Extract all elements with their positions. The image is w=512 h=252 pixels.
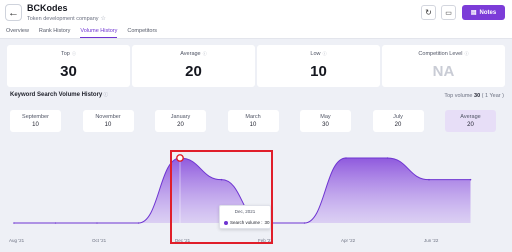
x-tick-label: Aug '21 xyxy=(9,238,25,243)
month-name: November xyxy=(95,114,121,120)
x-tick-label: Oct '21 xyxy=(92,238,107,243)
back-button[interactable]: ← xyxy=(5,4,22,21)
info-icon[interactable]: ⓘ xyxy=(202,51,207,56)
month-value: 10 xyxy=(104,122,112,128)
notes-button[interactable]: ▤ Notes xyxy=(462,5,505,20)
month-card-average: Average 20 xyxy=(445,110,496,132)
month-name: May xyxy=(320,114,331,120)
month-card: January 20 xyxy=(155,110,206,132)
top-volume-value: 30 xyxy=(474,93,481,99)
star-icon[interactable]: ☆ xyxy=(101,15,106,22)
stats-row: Top ⓘ 30 Average ⓘ 20 Low ⓘ 10 Competiti… xyxy=(7,45,505,87)
stat-label: Top xyxy=(61,51,70,57)
app-header: ← BCKodes Token development company ☆ ↻ … xyxy=(0,0,512,38)
month-card: May 30 xyxy=(300,110,351,132)
month-name: March xyxy=(245,114,261,120)
stat-value: 30 xyxy=(60,63,77,80)
month-name: July xyxy=(393,114,403,120)
month-value: 10 xyxy=(249,122,257,128)
trash-icon: ▭ xyxy=(445,9,452,17)
info-icon[interactable]: ⓘ xyxy=(102,92,109,97)
top-volume-suffix: ( 1 Year ) xyxy=(481,93,504,99)
stat-value: 10 xyxy=(310,63,327,80)
month-name: January xyxy=(170,114,191,120)
header-divider xyxy=(0,38,512,39)
page-subtitle: Token development company ☆ xyxy=(27,15,106,23)
data-point[interactable] xyxy=(469,178,472,181)
info-icon[interactable]: ⓘ xyxy=(463,51,469,56)
month-value: 20 xyxy=(177,122,184,128)
stat-value: NA xyxy=(432,63,455,80)
month-name: Average xyxy=(460,114,481,120)
info-icon[interactable]: ⓘ xyxy=(71,51,76,56)
tab-bar: Overview Rank History Volume History Com… xyxy=(6,28,157,38)
stat-label: Average xyxy=(180,51,201,57)
data-point[interactable] xyxy=(96,222,98,224)
arrow-left-icon: ← xyxy=(8,6,19,19)
month-card: November 10 xyxy=(82,110,134,132)
stat-label: Competition Level xyxy=(418,51,463,57)
month-value: 10 xyxy=(32,122,39,128)
delete-button[interactable]: ▭ xyxy=(441,5,456,20)
section-title: Keyword Search Volume History ⓘ xyxy=(10,92,108,98)
top-volume: Top volume 30 ( 1 Year ) xyxy=(444,93,504,99)
month-name: September xyxy=(22,114,49,120)
x-tick-label: Jun '22 xyxy=(424,238,439,243)
tab-overview[interactable]: Overview xyxy=(6,28,29,38)
stat-value: 20 xyxy=(185,63,202,80)
stat-label: Low xyxy=(310,51,321,57)
tab-competitors[interactable]: Competitors xyxy=(127,28,157,38)
data-point[interactable] xyxy=(137,222,140,224)
month-card: March 10 xyxy=(227,110,279,132)
tab-volume-history[interactable]: Volume History xyxy=(80,28,118,38)
stat-card-competition: Competition Level ⓘ NA xyxy=(382,45,505,87)
data-point[interactable] xyxy=(54,222,57,224)
data-point[interactable] xyxy=(303,222,306,224)
page-title: BCKodes xyxy=(27,3,68,13)
stat-card-top: Top ⓘ 30 xyxy=(7,45,130,87)
top-volume-prefix: Top volume xyxy=(444,93,473,99)
data-point[interactable] xyxy=(345,157,347,159)
x-tick-label: Apr '22 xyxy=(341,238,356,243)
section-title-text: Keyword Search Volume History xyxy=(10,92,103,98)
stat-card-average: Average ⓘ 20 xyxy=(132,45,255,87)
data-point[interactable] xyxy=(428,178,430,181)
month-value: 20 xyxy=(394,122,402,128)
month-card: July 20 xyxy=(372,110,424,132)
stat-card-low: Low ⓘ 10 xyxy=(257,45,380,87)
data-point[interactable] xyxy=(386,157,389,159)
notes-label: Notes xyxy=(479,9,497,16)
refresh-button[interactable]: ↻ xyxy=(421,5,436,20)
notes-icon: ▤ xyxy=(470,10,477,16)
month-value: 30 xyxy=(322,122,329,128)
subtitle-text: Token development company xyxy=(27,15,99,22)
info-icon[interactable]: ⓘ xyxy=(321,51,327,56)
data-point[interactable] xyxy=(13,222,15,224)
refresh-icon: ↻ xyxy=(425,8,432,17)
month-cards: September 10 November 10 January 20 March 10… xyxy=(10,110,496,132)
highlight-box xyxy=(170,150,273,244)
month-value: 20 xyxy=(467,122,474,128)
month-card: September 10 xyxy=(10,110,61,132)
tab-rank-history[interactable]: Rank History xyxy=(39,28,70,38)
